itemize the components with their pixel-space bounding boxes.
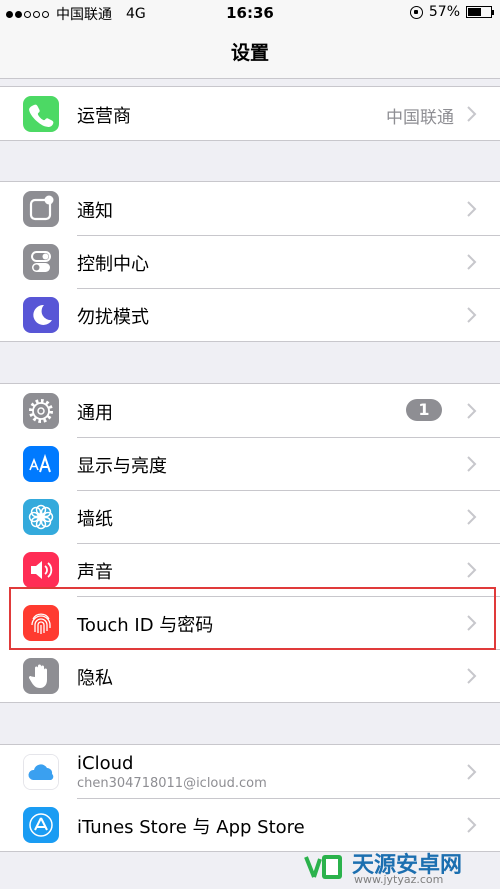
settings-row-wallpaper[interactable]: 墙纸 bbox=[0, 490, 500, 543]
fingerprint-icon bbox=[23, 605, 59, 641]
text-size-icon bbox=[23, 446, 59, 482]
flower-icon bbox=[23, 499, 59, 535]
watermark-logo-icon bbox=[304, 855, 342, 879]
settings-row-icloud[interactable]: iCloud chen304718011@icloud.com bbox=[0, 745, 500, 798]
settings-group-notifications: 通知 控制中心 勿扰模式 bbox=[0, 181, 500, 342]
speaker-icon bbox=[23, 552, 59, 588]
icloud-account-email: chen304718011@icloud.com bbox=[77, 776, 267, 791]
battery-area: 57% bbox=[409, 4, 494, 20]
battery-percent: 57% bbox=[428, 4, 460, 20]
battery-icon bbox=[466, 6, 494, 18]
update-badge: 1 bbox=[406, 399, 442, 421]
moon-icon bbox=[23, 297, 59, 333]
chevron-right-icon bbox=[467, 456, 477, 472]
row-label: 运营商 bbox=[77, 106, 131, 127]
settings-row-control-center[interactable]: 控制中心 bbox=[0, 235, 500, 288]
battery-fill bbox=[468, 8, 481, 16]
settings-row-general[interactable]: 通用 1 bbox=[0, 384, 500, 437]
chevron-right-icon bbox=[467, 307, 477, 323]
settings-row-display-brightness[interactable]: 显示与亮度 bbox=[0, 437, 500, 490]
row-label: 控制中心 bbox=[77, 254, 149, 275]
chevron-right-icon bbox=[467, 817, 477, 833]
watermark: 天源安卓网 www.jytyaz.com bbox=[300, 849, 462, 886]
row-label: iCloud bbox=[77, 753, 134, 774]
chevron-right-icon bbox=[467, 201, 477, 217]
chevron-right-icon bbox=[467, 509, 477, 525]
chevron-right-icon bbox=[467, 615, 477, 631]
settings-row-notifications[interactable]: 通知 bbox=[0, 182, 500, 235]
chevron-right-icon bbox=[467, 668, 477, 684]
row-label: iTunes Store 与 App Store bbox=[77, 817, 305, 838]
row-label: 显示与亮度 bbox=[77, 456, 167, 477]
settings-group-carrier: 运营商 中国联通 bbox=[0, 86, 500, 141]
page-title: 设置 bbox=[230, 42, 269, 64]
settings-row-itunes-app-store[interactable]: iTunes Store 与 App Store bbox=[0, 798, 500, 851]
notifications-icon bbox=[23, 191, 59, 227]
chevron-right-icon bbox=[467, 764, 477, 780]
row-label: Touch ID 与密码 bbox=[77, 615, 214, 636]
control-center-icon bbox=[23, 244, 59, 280]
settings-row-sounds[interactable]: 声音 bbox=[0, 543, 500, 596]
chevron-right-icon bbox=[467, 106, 477, 122]
settings-group-general: 通用 1 显示与亮度 墙纸 声音 Touch ID 与密码 隐私 bbox=[0, 383, 500, 703]
chevron-right-icon bbox=[467, 254, 477, 270]
settings-row-touch-id-passcode[interactable]: Touch ID 与密码 bbox=[0, 596, 500, 649]
status-bar: 中国联通 4G 16:36 57% bbox=[0, 0, 500, 26]
gear-icon bbox=[23, 393, 59, 429]
settings-group-accounts: iCloud chen304718011@icloud.com iTunes S… bbox=[0, 744, 500, 852]
row-label: 声音 bbox=[77, 562, 113, 583]
row-label: 通用 bbox=[77, 403, 113, 424]
settings-row-do-not-disturb[interactable]: 勿扰模式 bbox=[0, 288, 500, 341]
chevron-right-icon bbox=[467, 562, 477, 578]
row-label: 通知 bbox=[77, 201, 113, 222]
chevron-right-icon bbox=[467, 403, 477, 419]
hand-icon bbox=[23, 658, 59, 694]
app-store-icon bbox=[23, 807, 59, 843]
row-label: 隐私 bbox=[77, 668, 113, 689]
nav-bar: 设置 bbox=[0, 26, 500, 79]
row-label: 墙纸 bbox=[77, 509, 113, 530]
row-label: 勿扰模式 bbox=[77, 307, 149, 328]
cloud-icon bbox=[23, 754, 59, 790]
watermark-url: www.jytyaz.com bbox=[354, 873, 444, 886]
settings-row-carrier[interactable]: 运营商 中国联通 bbox=[0, 87, 500, 140]
phone-icon bbox=[23, 96, 59, 132]
rotation-lock-icon bbox=[409, 5, 423, 19]
settings-row-privacy[interactable]: 隐私 bbox=[0, 649, 500, 702]
row-detail: 中国联通 bbox=[386, 108, 454, 128]
